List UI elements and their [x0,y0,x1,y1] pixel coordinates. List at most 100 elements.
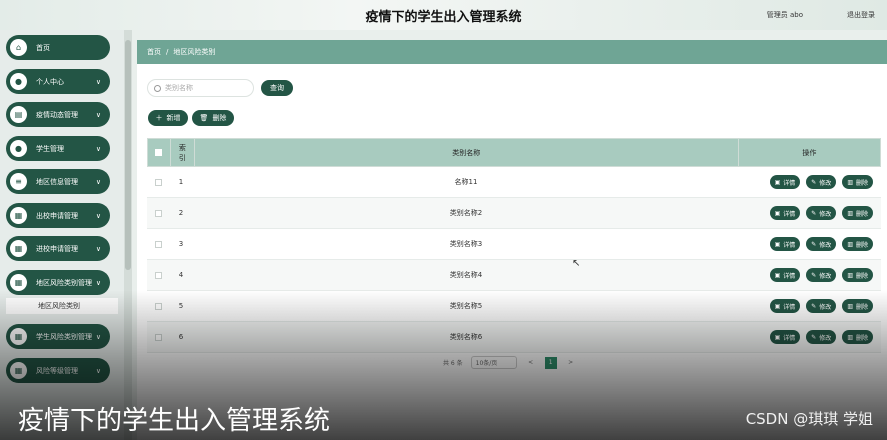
sidebar-item-home[interactable]: ⌂ 首页 [6,35,110,60]
row-index: 4 [178,271,184,279]
breadcrumb-current: 地区风险类别 [173,48,216,56]
detail-button[interactable]: ▣ 详情 [769,299,801,313]
sidebar-item-label: 疫情动态管理 [36,110,78,119]
edit-button[interactable]: ✎ 修改 [806,330,837,344]
sidebar-item-epidemic[interactable]: ▤ 疫情动态管理 ∨ [6,102,110,127]
select-all-checkbox[interactable] [155,149,163,156]
sidebar-item-entry-requests[interactable]: ▦ 进校申请管理 ∨ [6,236,110,261]
detail-button[interactable]: ▣ 详情 [769,175,801,189]
next-page-button[interactable]: > [565,357,577,369]
detail-button[interactable]: ▣ 详情 [769,268,801,282]
delete-button[interactable]: ▥ 删除 [842,330,873,344]
edit-button[interactable]: ✎ 修改 [806,268,837,282]
grid-icon: ▦ [10,240,27,257]
detail-button[interactable]: ▣ 详情 [769,206,801,220]
detail-button[interactable]: ▣ 详情 [769,237,801,251]
table-row: 4 类别名称4 ▣ 详情 ✎ 修改 ▥ 删除 [147,260,881,291]
row-checkbox[interactable] [154,302,162,310]
table-row: 1 名称11 ▣ 详情 ✎ 修改 ▥ 删除 [147,167,881,198]
person-icon: ● [10,73,27,90]
video-caption: 疫情下的学生出入管理系统 [18,406,331,436]
trash-icon: ▥ [847,302,853,310]
document-icon: ▤ [10,106,27,123]
table-row: 5 类别名称5 ▣ 详情 ✎ 修改 ▥ 删除 [147,291,881,322]
sidebar-item-region-risk[interactable]: ▦ 地区风险类别管理 ∨ [6,270,110,295]
sidebar-item-students[interactable]: ● 学生管理 ∨ [6,136,110,161]
row-name: 类别名称2 [449,209,483,217]
search-input[interactable]: 类别名称 [147,79,254,97]
scrollbar-thumb[interactable] [125,40,131,270]
app-title: 疫情下的学生出入管理系统 [365,9,522,25]
sidebar-item-label: 地区风险类别管理 [36,278,92,287]
row-name: 类别名称6 [449,333,483,341]
logout-link[interactable]: 退出登录 [847,10,875,20]
sidebar-item-risk-level[interactable]: ▦ 风险等级管理 ∨ [6,358,110,383]
row-checkbox[interactable] [154,178,162,186]
detail-icon: ▣ [774,271,781,279]
chevron-down-icon: ∨ [95,110,101,119]
header-name: 类别名称 [452,148,481,157]
edit-icon: ✎ [811,333,817,341]
chevron-down-icon: ∨ [95,278,101,287]
current-user: 管理员 abo [766,11,803,19]
detail-icon: ▣ [774,333,781,341]
sidebar-scrollbar[interactable] [124,30,132,440]
delete-button[interactable]: ▥ 删除 [842,175,873,189]
sidebar-item-profile[interactable]: ● 个人中心 ∨ [6,69,110,94]
row-checkbox[interactable] [154,240,162,248]
trash-icon: 🗑 [199,114,209,122]
page-size-select[interactable]: 10条/页 [470,356,517,369]
delete-button[interactable]: ▥ 删除 [842,237,873,251]
row-name: 名称11 [454,178,478,186]
breadcrumb-home[interactable]: 首页 [147,47,161,57]
sidebar: ⌂ 首页 ● 个人中心 ∨ ▤ 疫情动态管理 ∨ ● 学生管理 ∨ ≡ 地区信息… [0,30,124,440]
sidebar-item-student-risk[interactable]: ▦ 学生风险类别管理 ∨ [6,324,110,349]
chevron-down-icon: ∨ [95,332,101,341]
edit-button[interactable]: ✎ 修改 [806,299,837,313]
sidebar-item-label: 风险等级管理 [36,366,78,375]
edit-icon: ✎ [811,240,817,248]
query-button[interactable]: 查询 [261,80,293,96]
sidebar-item-label: 个人中心 [36,77,64,86]
row-checkbox[interactable] [154,333,162,341]
breadcrumb: 首页 / 地区风险类别 [137,40,887,64]
search-placeholder: 类别名称 [165,84,193,92]
detail-icon: ▣ [774,302,781,310]
chevron-down-icon: ∨ [95,177,101,186]
edit-button[interactable]: ✎ 修改 [806,206,837,220]
add-button[interactable]: ＋ 新增 [148,110,188,126]
delete-button[interactable]: ▥ 删除 [842,206,873,220]
chevron-down-icon: ∨ [95,144,101,153]
delete-button[interactable]: ▥ 删除 [842,268,873,282]
search-icon [154,84,161,92]
pagination: 共 6 条 10条/页 < 1 > [443,356,577,369]
chevron-down-icon: ∨ [95,366,101,375]
grid-icon: ▦ [10,328,27,345]
table-row: 3 类别名称3 ▣ 详情 ✎ 修改 ▥ 删除 [147,229,881,260]
detail-button[interactable]: ▣ 详情 [769,330,801,344]
chevron-down-icon: ∨ [95,244,101,253]
row-index: 3 [178,240,184,248]
header-ops: 操作 [802,148,817,157]
home-icon: ⌂ [10,39,27,56]
main-content: 首页 / 地区风险类别 类别名称 查询 ＋ 新增 🗑 删除 索引 类别名称 操作… [137,40,887,440]
sidebar-item-exit-requests[interactable]: ▦ 出校申请管理 ∨ [6,203,110,228]
sidebar-subitem-region-risk-category[interactable]: 地区风险类别 [6,298,118,314]
sidebar-item-regions[interactable]: ≡ 地区信息管理 ∨ [6,169,110,194]
delete-button[interactable]: ▥ 删除 [842,299,873,313]
row-checkbox[interactable] [154,209,162,217]
edit-button[interactable]: ✎ 修改 [806,175,837,189]
edit-button[interactable]: ✎ 修改 [806,237,837,251]
top-bar: 疫情下的学生出入管理系统 管理员 abo 退出登录 [0,0,887,30]
edit-icon: ✎ [811,271,817,279]
header-index: 索引 [178,143,186,162]
batch-delete-button[interactable]: 🗑 删除 [192,110,234,126]
page-number-button[interactable]: 1 [544,356,557,369]
plus-icon: ＋ [155,114,163,122]
row-index: 6 [178,333,184,341]
chevron-down-icon: ∨ [95,77,101,86]
detail-icon: ▣ [774,240,781,248]
row-checkbox[interactable] [154,271,162,279]
sidebar-item-label: 学生风险类别管理 [36,332,92,341]
prev-page-button[interactable]: < [525,357,537,369]
